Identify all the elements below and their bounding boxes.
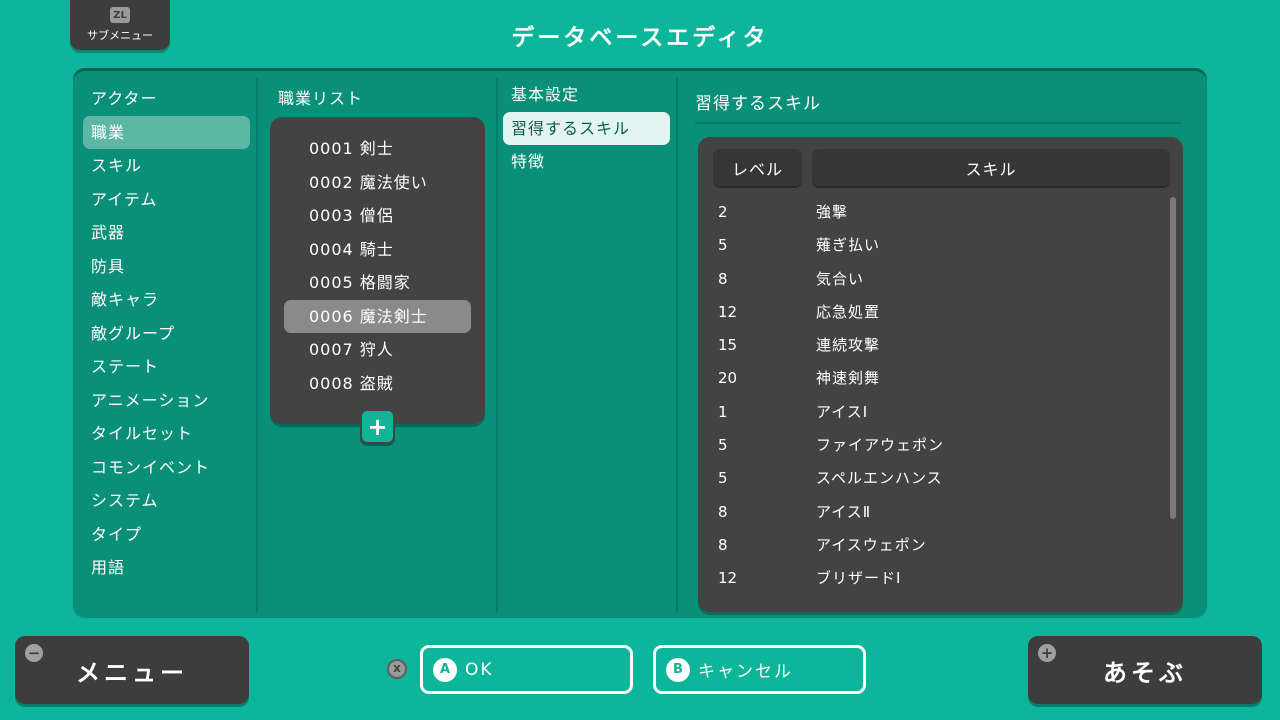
skills-rows: 2 強撃 5 薙ぎ払い 8 気合い 12 応急処置 15 連続攻撃 20 神速剣舞 1 アイス… <box>698 196 1168 596</box>
plus-icon: + <box>367 412 388 441</box>
class-item[interactable]: 0003 僧侶 <box>284 199 471 233</box>
level-cell: 8 <box>718 502 728 521</box>
category-item-system[interactable]: システム <box>83 484 250 518</box>
category-item-animations[interactable]: アニメーション <box>83 384 250 418</box>
class-item[interactable]: 0008 盗賊 <box>284 367 471 401</box>
skill-cell: アイスウェポン <box>816 535 927 554</box>
table-row[interactable]: 1 アイスⅠ <box>698 396 1168 429</box>
level-cell: 5 <box>718 236 728 255</box>
category-item-enemies[interactable]: 敵キャラ <box>83 283 250 317</box>
category-item-states[interactable]: ステート <box>83 350 250 384</box>
category-item-types[interactable]: タイプ <box>83 518 250 552</box>
class-item[interactable]: 0005 格闘家 <box>284 266 471 300</box>
category-item-common-events[interactable]: コモンイベント <box>83 451 250 485</box>
divider <box>496 78 498 612</box>
a-button-icon: A <box>433 657 457 682</box>
minus-icon: − <box>25 644 43 662</box>
menu-button[interactable]: − メニュー <box>15 636 249 704</box>
skill-cell: アイスⅠ <box>816 402 869 421</box>
table-row[interactable]: 12 ブリザードⅠ <box>698 562 1168 595</box>
b-button-icon: B <box>666 657 690 682</box>
skill-cell: ブリザードⅠ <box>816 569 902 588</box>
category-item-actors[interactable]: アクター <box>83 82 250 116</box>
section-title: 習得するスキル <box>695 94 821 114</box>
level-cell: 8 <box>718 535 728 554</box>
settings-tabs: 基本設定 習得するスキル 特徴 <box>503 78 670 179</box>
section-divider <box>695 122 1181 124</box>
play-button-label: あそぶ <box>1103 658 1187 687</box>
skill-cell: ファイアウェポン <box>816 436 945 455</box>
category-item-skills[interactable]: スキル <box>83 149 250 183</box>
table-row[interactable]: 8 アイスⅡ <box>698 496 1168 529</box>
x-button-icon: X <box>387 659 407 679</box>
table-row[interactable]: 12 応急処置 <box>698 296 1168 329</box>
class-item[interactable]: 0007 狩人 <box>284 333 471 367</box>
class-item[interactable]: 0001 剣士 <box>284 132 471 166</box>
play-button[interactable]: + あそぶ <box>1028 636 1262 704</box>
menu-button-label: メニュー <box>76 658 188 687</box>
ok-button[interactable]: A OK <box>420 645 633 694</box>
database-editor-panel: アクター 職業 スキル アイテム 武器 防具 敵キャラ 敵グループ ステート ア… <box>73 68 1207 618</box>
category-item-items[interactable]: アイテム <box>83 183 250 217</box>
skills-table: レベル スキル 2 強撃 5 薙ぎ払い 8 気合い 12 応急処置 15 連続攻撃 20 神… <box>698 137 1183 612</box>
table-row[interactable]: 5 薙ぎ払い <box>698 229 1168 262</box>
category-item-weapons[interactable]: 武器 <box>83 216 250 250</box>
column-header-level[interactable]: レベル <box>713 149 802 186</box>
class-item[interactable]: 0002 魔法使い <box>284 166 471 200</box>
class-list: 0001 剣士 0002 魔法使い 0003 僧侶 0004 騎士 0005 格… <box>270 117 485 424</box>
page-title: データベースエディタ <box>511 25 769 51</box>
column-header-skill[interactable]: スキル <box>812 149 1170 186</box>
skill-cell: アイスⅡ <box>816 502 872 521</box>
tab-learned-skills[interactable]: 習得するスキル <box>503 111 670 145</box>
table-row[interactable]: 20 神速剣舞 <box>698 362 1168 395</box>
level-cell: 15 <box>718 336 738 355</box>
table-row[interactable]: 5 ファイアウェポン <box>698 429 1168 462</box>
ok-button-label: OK <box>465 659 494 680</box>
table-row[interactable]: 8 気合い <box>698 263 1168 296</box>
level-cell: 12 <box>718 302 738 321</box>
skill-cell: 神速剣舞 <box>816 369 881 388</box>
level-cell: 1 <box>718 402 728 421</box>
class-list-header: 職業リスト <box>278 89 364 108</box>
table-row[interactable]: 15 連続攻撃 <box>698 329 1168 362</box>
table-row[interactable]: 2 強撃 <box>698 196 1168 229</box>
skill-cell: 気合い <box>816 269 865 288</box>
table-row[interactable]: 5 スペルエンハンス <box>698 462 1168 495</box>
level-cell: 20 <box>718 369 738 388</box>
skill-cell: スペルエンハンス <box>816 469 943 488</box>
table-row[interactable]: 8 アイスウェポン <box>698 529 1168 562</box>
divider <box>676 78 678 612</box>
level-cell: 2 <box>718 203 728 221</box>
cancel-button[interactable]: B キャンセル <box>653 645 866 694</box>
tab-basic-settings[interactable]: 基本設定 <box>503 78 670 112</box>
cancel-button-label: キャンセル <box>698 662 793 682</box>
level-cell: 5 <box>718 436 728 455</box>
level-cell: 12 <box>718 569 738 588</box>
category-list: アクター 職業 スキル アイテム 武器 防具 敵キャラ 敵グループ ステート ア… <box>83 82 250 585</box>
tab-traits[interactable]: 特徴 <box>503 145 670 179</box>
skill-cell: 連続攻撃 <box>816 336 881 355</box>
skill-cell: 強撃 <box>816 203 849 221</box>
category-item-terms[interactable]: 用語 <box>83 551 250 585</box>
scrollbar[interactable] <box>1170 197 1176 519</box>
skill-cell: 薙ぎ払い <box>816 236 881 255</box>
class-item[interactable]: 0004 騎士 <box>284 233 471 267</box>
plus-icon: + <box>1038 644 1056 662</box>
category-item-classes[interactable]: 職業 <box>83 115 250 149</box>
level-cell: 8 <box>718 269 728 288</box>
divider <box>256 78 258 612</box>
class-item-selected[interactable]: 0006 魔法剣士 <box>284 299 471 333</box>
category-item-tilesets[interactable]: タイルセット <box>83 417 250 451</box>
category-item-troops[interactable]: 敵グループ <box>83 317 250 351</box>
category-item-armors[interactable]: 防具 <box>83 250 250 284</box>
level-cell: 5 <box>718 469 728 488</box>
add-class-button[interactable]: + <box>360 409 395 444</box>
skill-cell: 応急処置 <box>816 302 881 321</box>
